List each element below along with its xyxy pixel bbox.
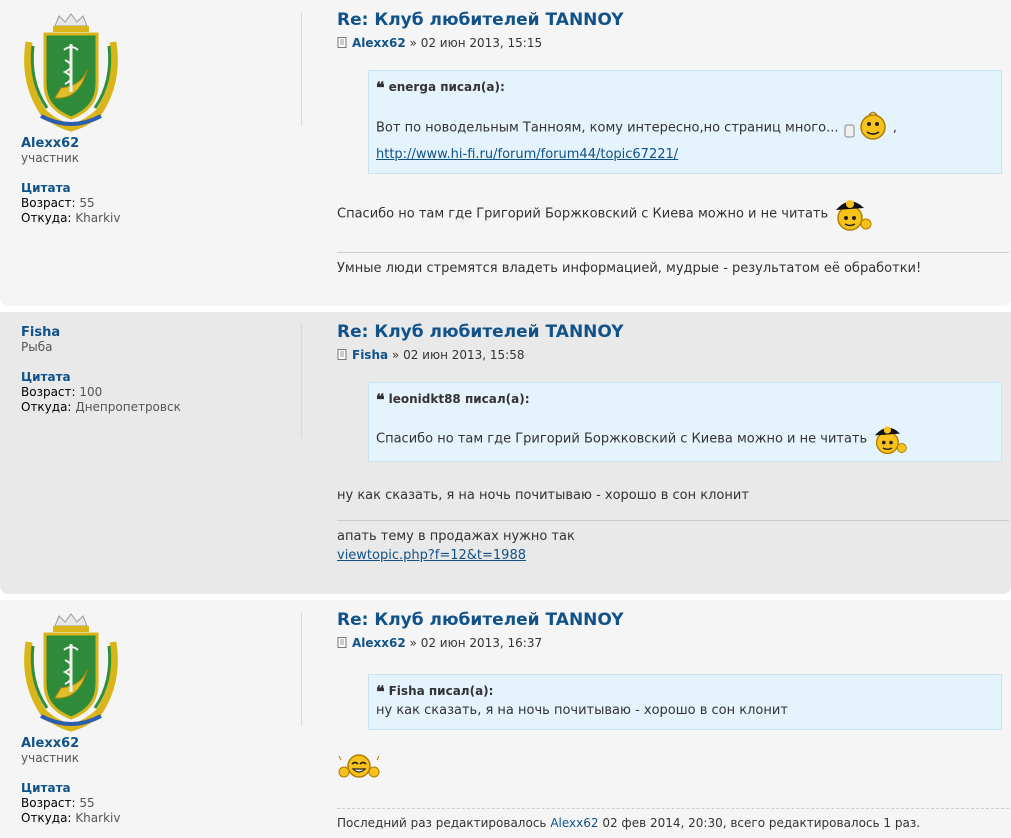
post-profile: Alexx62 участник Цитата Возраст: 55 Отку… — [21, 12, 291, 226]
post-icon[interactable] — [337, 637, 348, 648]
signature-link[interactable]: viewtopic.php?f=12&t=1988 — [337, 548, 526, 563]
edit-author[interactable]: Alexx62 — [550, 816, 598, 830]
quote-link[interactable]: http://www.hi-fi.ru/forum/forum44/topic6… — [376, 147, 678, 162]
profile-divider — [301, 324, 302, 438]
author-location: Откуда: Kharkiv — [21, 811, 121, 825]
author-name[interactable]: Alexx62 — [21, 136, 291, 151]
byline-author[interactable]: Fisha — [352, 348, 388, 362]
quote-mark-icon: ❝ — [376, 682, 385, 701]
coat-of-arms-avatar[interactable] — [21, 12, 121, 132]
author-location: Откуда: Днепропетровск — [21, 400, 181, 414]
profile-divider — [301, 12, 302, 126]
post-body: Re: Клуб любителей TANNOY Alexx62 » 02 и… — [337, 8, 1009, 278]
author-rank: участник — [21, 151, 80, 165]
post-date: 02 июн 2013, 15:58 — [403, 348, 525, 362]
post-profile: Alexx62 участник Цитата Возраст: 55 Отку… — [21, 612, 291, 826]
post-date: 02 июн 2013, 16:37 — [420, 636, 543, 650]
author-location: Откуда: Kharkiv — [21, 211, 121, 225]
smiley-clapping — [338, 754, 380, 778]
quote-block: ❝ Fisha писал(а): ну как сказать, я на но… — [368, 674, 1002, 730]
post-icon[interactable] — [337, 37, 348, 48]
quote-block: ❝ energa писал(а): Вот по новодельным Тан… — [368, 70, 1002, 174]
post-title[interactable]: Re: Клуб любителей TANNOY — [337, 320, 1009, 344]
profile-divider — [301, 612, 302, 726]
quote-cite: ❝ Fisha писал(а): — [376, 682, 494, 701]
post-content: ну как сказать, я на ночь почитываю - хо… — [337, 488, 749, 503]
post-byline: Alexx62 » 02 июн 2013, 15:15 — [337, 34, 1009, 52]
author-age: Возраст: 55 — [21, 796, 95, 810]
post-content: Спасибо но там где Григорий Боржковский … — [337, 194, 1009, 244]
post-body: Re: Клуб любителей TANNOY Alexx62 » 02 и… — [337, 608, 1009, 831]
quote-text: Спасибо но там где Григорий Боржковский … — [376, 421, 994, 457]
author-name[interactable]: Fisha — [21, 325, 291, 340]
edit-note: Последний раз редактировалось Alexx62 02… — [337, 808, 1009, 831]
quote-mark-icon: ❝ — [376, 78, 385, 97]
smiley-cap-thinking — [875, 426, 908, 455]
post-icon[interactable] — [337, 349, 348, 360]
author-rank: Рыба — [21, 340, 53, 354]
quote-text: Вот по новодельным Танноям, кому интерес… — [376, 111, 994, 165]
quote-cite: ❝ energa писал(а): — [376, 78, 505, 97]
quote-button[interactable]: Цитата — [21, 781, 291, 796]
byline-author[interactable]: Alexx62 — [352, 36, 406, 50]
quote-button[interactable]: Цитата — [21, 370, 291, 385]
post-date: 02 июн 2013, 15:15 — [420, 36, 543, 50]
author-age: Возраст: 55 — [21, 196, 95, 210]
post-body: Re: Клуб любителей TANNOY Fisha » 02 июн… — [337, 320, 1009, 565]
post: Alexx62 участник Цитата Возраст: 55 Отку… — [0, 600, 1011, 838]
post-content — [337, 750, 1009, 796]
quote-button[interactable]: Цитата — [21, 181, 291, 196]
smiley-thumbs-up — [844, 111, 886, 140]
post-byline: Fisha » 02 июн 2013, 15:58 — [337, 346, 1009, 364]
quote-block: ❝ leonidkt88 писал(а): Спасибо но там где… — [368, 382, 1002, 462]
quote-cite: ❝ leonidkt88 писал(а): — [376, 390, 530, 409]
quote-mark-icon: ❝ — [376, 390, 385, 409]
post: Fisha Рыба Цитата Возраст: 100 Откуда: Д… — [0, 312, 1011, 594]
byline-author[interactable]: Alexx62 — [352, 636, 406, 650]
post-signature: Умные люди стремятся владеть информацией… — [337, 252, 1009, 278]
post-profile: Fisha Рыба Цитата Возраст: 100 Откуда: Д… — [21, 325, 291, 415]
author-age: Возраст: 100 — [21, 385, 103, 399]
author-rank: участник — [21, 751, 80, 765]
post-title[interactable]: Re: Клуб любителей TANNOY — [337, 608, 1009, 632]
quote-text: ну как сказать, я на ночь почитываю - хо… — [376, 703, 788, 718]
smiley-cap-thinking — [836, 200, 872, 231]
author-name[interactable]: Alexx62 — [21, 736, 291, 751]
coat-of-arms-avatar[interactable] — [21, 612, 121, 732]
post-title[interactable]: Re: Клуб любителей TANNOY — [337, 8, 1009, 32]
post: Alexx62 участник Цитата Возраст: 55 Отку… — [0, 0, 1011, 306]
post-byline: Alexx62 » 02 июн 2013, 16:37 — [337, 634, 1009, 652]
post-signature: апать тему в продажах нужно так viewtopi… — [337, 520, 1009, 565]
